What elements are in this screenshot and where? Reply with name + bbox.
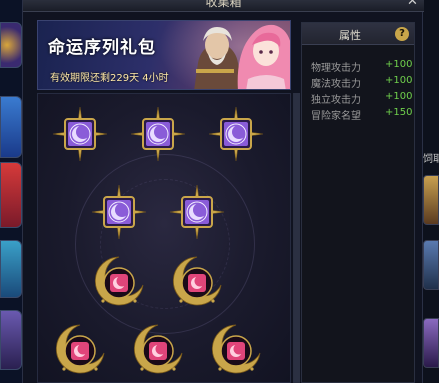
left-tile-5[interactable] <box>0 310 22 370</box>
right-side-panel <box>423 0 439 383</box>
package-banner: 命运序列礼包 有效期限还剩229天 4小时 <box>37 20 291 90</box>
attributes-title: 属性 <box>339 29 361 42</box>
pink-hair-girl-character-art <box>237 24 290 89</box>
right-side-label: 饲耶 <box>423 154 439 165</box>
pink-crescent-emblem-icon[interactable] <box>206 319 266 379</box>
attribute-name: 独立攻击力 <box>311 95 361 106</box>
window-titlebar: 收集箱 ✕ <box>23 0 424 12</box>
right-tile-2[interactable] <box>423 240 439 290</box>
attribute-value: +150 <box>385 107 413 118</box>
scrollbar-thumb[interactable] <box>294 93 300 383</box>
attribute-name: 冒险家名望 <box>311 111 361 122</box>
right-tile-1[interactable] <box>423 175 439 225</box>
attribute-value: +100 <box>385 75 413 86</box>
purple-moon-emblem-icon[interactable] <box>89 182 149 242</box>
pink-crescent-emblem-icon[interactable] <box>167 251 227 311</box>
package-title: 命运序列礼包 <box>48 38 156 58</box>
left-tile-2[interactable] <box>0 96 22 158</box>
purple-moon-emblem-icon[interactable] <box>128 104 188 164</box>
right-tile-3[interactable] <box>423 318 439 368</box>
attributes-panel: 属性 ? 物理攻击力 +100 魔法攻击力 +100 独立攻击力 +100 冒险… <box>301 22 415 383</box>
game-screen: 饲耶 收集箱 ✕ 命运序列礼包 有效期限还剩229天 4小时 属性 ? 物理攻击… <box>0 0 439 383</box>
left-tile-1[interactable] <box>0 22 22 68</box>
attribute-row: 魔法攻击力 +100 <box>311 75 413 90</box>
attributes-header: 属性 ? <box>302 23 414 45</box>
item-grid <box>37 93 291 383</box>
attribute-name: 魔法攻击力 <box>311 79 361 90</box>
attribute-row: 冒险家名望 +150 <box>311 107 413 122</box>
attribute-name: 物理攻击力 <box>311 63 361 74</box>
collection-box-window: 收集箱 ✕ 命运序列礼包 有效期限还剩229天 4小时 属性 ? 物理攻击力 +… <box>22 0 424 383</box>
purple-moon-emblem-icon[interactable] <box>50 104 110 164</box>
purple-moon-emblem-icon[interactable] <box>167 182 227 242</box>
grid-scrollbar[interactable] <box>293 93 300 383</box>
attribute-value: +100 <box>385 91 413 102</box>
help-icon[interactable]: ? <box>395 27 409 41</box>
purple-moon-emblem-icon[interactable] <box>206 104 266 164</box>
pink-crescent-emblem-icon[interactable] <box>128 319 188 379</box>
window-title: 收集箱 <box>205 0 242 9</box>
package-expiry: 有效期限还剩229天 4小时 <box>50 73 169 84</box>
close-icon[interactable]: ✕ <box>407 0 418 9</box>
attribute-value: +100 <box>385 59 413 70</box>
pink-crescent-emblem-icon[interactable] <box>89 251 149 311</box>
attribute-row: 独立攻击力 +100 <box>311 91 413 106</box>
left-side-panel <box>0 0 22 383</box>
pink-crescent-emblem-icon[interactable] <box>50 319 110 379</box>
left-tile-3[interactable] <box>0 162 22 228</box>
attribute-row: 物理攻击力 +100 <box>311 59 413 74</box>
left-tile-4[interactable] <box>0 240 22 298</box>
